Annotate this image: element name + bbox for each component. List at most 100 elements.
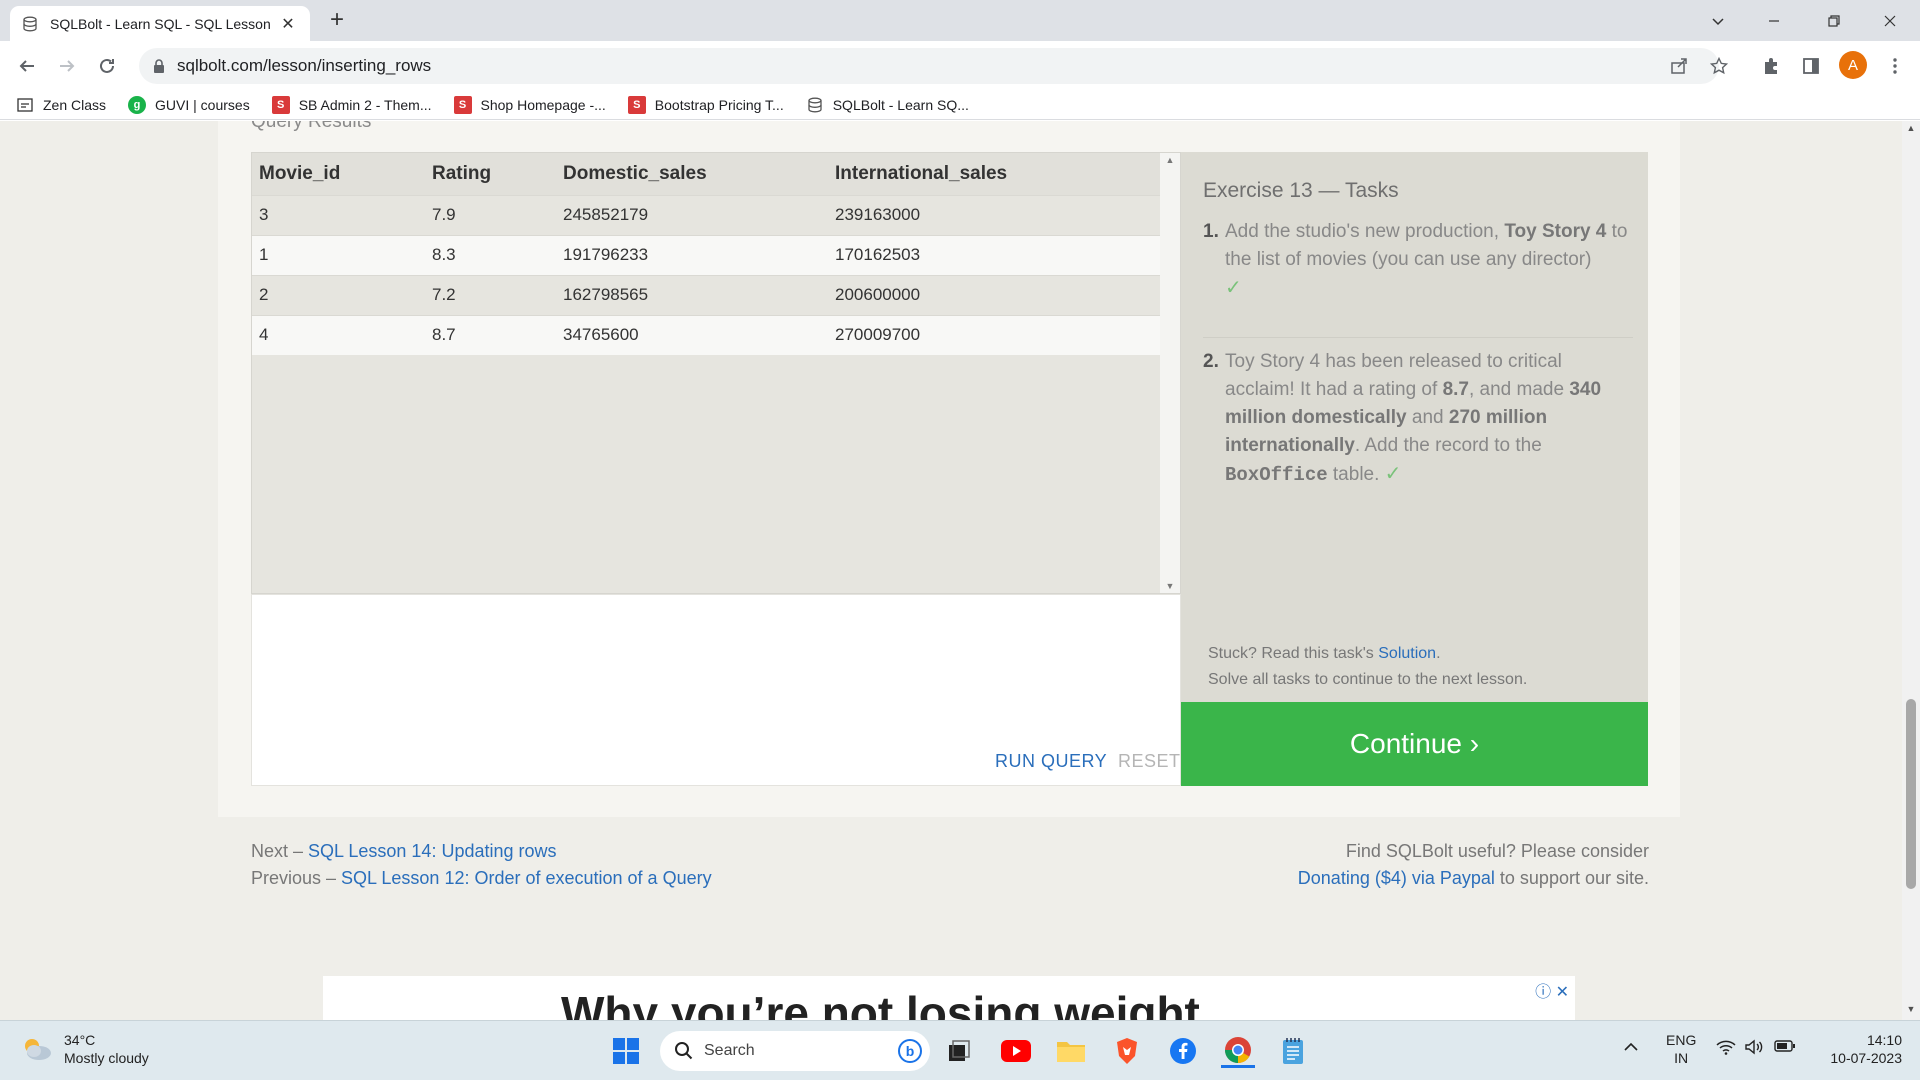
column-header: International_sales bbox=[828, 153, 1160, 195]
scroll-up-icon[interactable]: ▲ bbox=[1902, 123, 1920, 139]
clock-date: 10-07-2023 bbox=[1830, 1050, 1902, 1066]
restore-button[interactable] bbox=[1806, 0, 1862, 41]
bookmark-shop-homepage[interactable]: S Shop Homepage -... bbox=[453, 95, 606, 114]
extensions-button[interactable] bbox=[1756, 51, 1786, 81]
taskbar: 34°C Mostly cloudy Search b ENG IN 14:10… bbox=[0, 1020, 1920, 1080]
task-view-button[interactable] bbox=[942, 1034, 976, 1068]
tasks-panel: Exercise 13 — Tasks 1. Add the studio's … bbox=[1181, 152, 1648, 702]
volume-icon[interactable] bbox=[1744, 1039, 1764, 1060]
tab-strip: SQLBolt - Learn SQL - SQL Lesson ✕ + bbox=[0, 0, 1920, 41]
table-cell: 270009700 bbox=[828, 314, 1160, 355]
back-button[interactable] bbox=[12, 51, 42, 81]
search-placeholder: Search bbox=[704, 1042, 755, 1059]
continue-button[interactable]: Continue › bbox=[1181, 702, 1648, 786]
advertisement[interactable]: Why you’re not losing weight ⓘ ✕ bbox=[323, 976, 1575, 1020]
notepad-app[interactable] bbox=[1276, 1034, 1310, 1068]
ad-close-icon[interactable]: ✕ bbox=[1556, 984, 1569, 1001]
results-scrollbar[interactable]: ▲ ▼ bbox=[1160, 153, 1180, 593]
bookmark-label: Zen Class bbox=[43, 96, 107, 113]
table-cell: 8.7 bbox=[425, 314, 556, 355]
check-icon: ✓ bbox=[1225, 277, 1242, 299]
previous-lesson-link[interactable]: SQL Lesson 12: Order of execution of a Q… bbox=[341, 868, 712, 888]
clock[interactable]: 14:10 10-07-2023 bbox=[1812, 1031, 1902, 1067]
donate-suffix: to support our site. bbox=[1494, 868, 1649, 888]
chevron-up-icon[interactable] bbox=[1624, 1039, 1638, 1057]
ad-info-icon[interactable]: ⓘ bbox=[1535, 984, 1551, 1001]
close-tab-icon[interactable]: ✕ bbox=[278, 14, 298, 34]
facebook-app[interactable] bbox=[1166, 1034, 1200, 1068]
next-label: Next – bbox=[251, 841, 309, 861]
taskbar-search[interactable]: Search b bbox=[660, 1031, 930, 1071]
chrome-app[interactable] bbox=[1221, 1034, 1255, 1068]
bookmark-label: SB Admin 2 - Them... bbox=[298, 96, 432, 113]
next-lesson-link[interactable]: SQL Lesson 14: Updating rows bbox=[308, 841, 556, 861]
tab-title: SQLBolt - Learn SQL - SQL Lesson bbox=[50, 15, 271, 32]
share-button[interactable] bbox=[1664, 48, 1694, 84]
page-viewport: Query Results Movie_id Rating Domestic_s… bbox=[0, 121, 1902, 1020]
close-window-button[interactable] bbox=[1862, 0, 1918, 41]
bookmark-sqlbolt[interactable]: SQLBolt - Learn SQ... bbox=[806, 96, 969, 114]
bookmark-sb-admin[interactable]: S SB Admin 2 - Them... bbox=[271, 95, 432, 114]
scroll-thumb[interactable] bbox=[1906, 699, 1916, 889]
reload-button[interactable] bbox=[92, 51, 122, 81]
task-text-bold: 8.7 bbox=[1442, 379, 1469, 400]
new-tab-button[interactable]: + bbox=[322, 6, 352, 36]
scroll-up-icon[interactable]: ▲ bbox=[1160, 155, 1180, 165]
table-cell: 7.2 bbox=[425, 274, 556, 315]
ad-headline[interactable]: Why you’re not losing weight bbox=[561, 986, 1200, 1020]
table-row: 1 8.3 191796233 170162503 bbox=[252, 234, 1160, 275]
table-cell: 7.9 bbox=[425, 194, 556, 235]
restore-icon bbox=[1828, 14, 1840, 27]
weather-widget[interactable]: 34°C Mostly cloudy bbox=[20, 1031, 149, 1067]
solve-all-text: Solve all tasks to continue to the next … bbox=[1208, 671, 1528, 688]
s-icon: S bbox=[271, 95, 290, 114]
scroll-down-icon[interactable]: ▼ bbox=[1160, 581, 1180, 591]
tasks-title: Exercise 13 — Tasks bbox=[1203, 179, 1399, 202]
youtube-icon bbox=[1001, 1040, 1031, 1062]
more-vertical-icon bbox=[1893, 58, 1897, 74]
browser-tab[interactable]: SQLBolt - Learn SQL - SQL Lesson ✕ bbox=[10, 6, 310, 41]
share-icon bbox=[1671, 58, 1687, 74]
scroll-down-icon[interactable]: ▼ bbox=[1902, 1004, 1920, 1020]
donate-link[interactable]: Donating ($4) via Paypal bbox=[1298, 868, 1495, 888]
folder-icon bbox=[1057, 1042, 1085, 1062]
stuck-hint: Stuck? Read this task's Solution. Solve … bbox=[1208, 641, 1527, 693]
run-query-button[interactable]: RUN QUERY bbox=[995, 751, 1107, 772]
arrow-left-icon bbox=[19, 60, 34, 72]
weather-condition: Mostly cloudy bbox=[64, 1050, 149, 1066]
language-indicator[interactable]: ENG IN bbox=[1666, 1031, 1696, 1067]
task-text-part: , and made bbox=[1468, 379, 1570, 400]
start-button[interactable] bbox=[609, 1034, 643, 1068]
table-cell: 4 bbox=[252, 314, 425, 355]
chevron-down-icon bbox=[1712, 17, 1724, 25]
bookmark-zen-class[interactable]: Zen Class bbox=[16, 96, 106, 114]
minimize-icon bbox=[1769, 19, 1779, 22]
stuck-text: . bbox=[1436, 645, 1441, 662]
side-panel-button[interactable] bbox=[1796, 51, 1826, 81]
solution-link[interactable]: Solution bbox=[1378, 645, 1436, 662]
forward-button[interactable] bbox=[52, 51, 82, 81]
brave-app[interactable] bbox=[1110, 1034, 1144, 1068]
bookmark-guvi[interactable]: g GUVI | courses bbox=[128, 95, 250, 114]
reset-button[interactable]: RESET bbox=[1118, 751, 1181, 772]
bing-icon[interactable]: b bbox=[898, 1039, 922, 1063]
arrow-right-icon bbox=[60, 60, 75, 72]
file-explorer-app[interactable] bbox=[1054, 1034, 1088, 1068]
menu-button[interactable] bbox=[1880, 51, 1910, 81]
url-field[interactable]: sqlbolt.com/lesson/inserting_rows bbox=[139, 48, 1728, 84]
task-number: 1. bbox=[1203, 221, 1219, 242]
bookmark-bootstrap-pricing[interactable]: S Bootstrap Pricing T... bbox=[627, 95, 784, 114]
page-scrollbar[interactable]: ▲ ▼ bbox=[1902, 121, 1920, 1020]
tab-search-button[interactable] bbox=[1690, 0, 1746, 41]
close-icon bbox=[1884, 15, 1896, 26]
minimize-button[interactable] bbox=[1746, 0, 1802, 41]
check-icon: ✓ bbox=[1384, 463, 1402, 485]
battery-icon[interactable] bbox=[1774, 1039, 1796, 1058]
profile-avatar[interactable]: A bbox=[1839, 51, 1867, 79]
table-cell: 162798565 bbox=[556, 274, 828, 315]
bookmark-star-button[interactable] bbox=[1704, 48, 1734, 84]
youtube-app[interactable] bbox=[999, 1034, 1033, 1068]
table-header-row: Movie_id Rating Domestic_sales Internati… bbox=[252, 153, 1160, 195]
wifi-icon[interactable] bbox=[1716, 1039, 1736, 1060]
database-icon bbox=[23, 16, 37, 31]
